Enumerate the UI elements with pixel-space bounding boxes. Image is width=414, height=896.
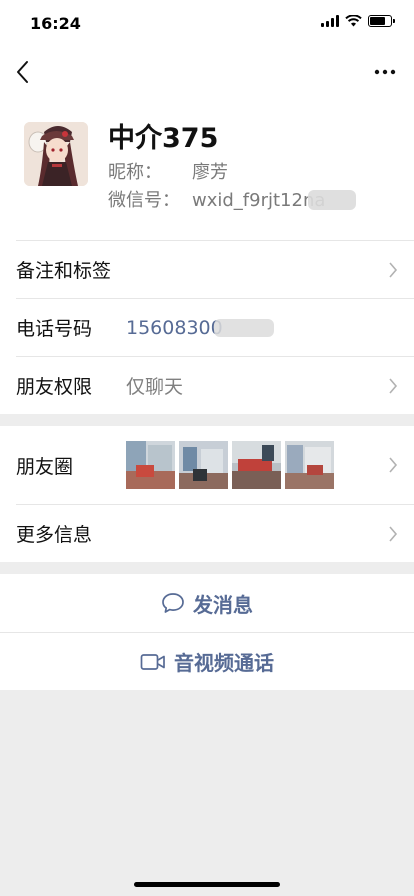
avatar[interactable] — [24, 122, 88, 186]
wifi-icon — [345, 15, 362, 27]
friend-permission-value: 仅聊天 — [126, 376, 184, 398]
cellular-signal-icon — [321, 15, 339, 27]
redaction-blur — [308, 190, 356, 210]
chat-bubble-icon — [162, 593, 184, 613]
contact-name: 中介375 — [108, 123, 219, 154]
wechat-id-row: 微信号： wxid_f9rjt12na — [108, 186, 325, 212]
moments-thumbnails — [126, 441, 334, 489]
send-message-button[interactable]: 发消息 — [0, 574, 414, 632]
chevron-right-icon — [389, 457, 398, 473]
phone-number-value[interactable]: 15608300 — [126, 317, 223, 339]
more-info-cell[interactable]: 更多信息 — [16, 504, 414, 562]
more-info-label: 更多信息 — [16, 524, 93, 546]
contact-info-group: 备注和标签 电话号码 15608300 朋友权限 仅聊天 — [0, 240, 414, 414]
section-gap — [0, 562, 414, 574]
moments-thumbnail[interactable] — [232, 441, 281, 489]
wechat-id-value: wxid_f9rjt12na — [192, 190, 326, 211]
more-options-icon[interactable] — [374, 60, 396, 84]
phone-number-label: 电话号码 — [16, 318, 93, 340]
moments-label: 朋友圈 — [16, 455, 74, 478]
moments-group: 朋友圈 更多信息 — [0, 426, 414, 562]
chevron-right-icon — [389, 378, 398, 394]
friend-permission-cell[interactable]: 朋友权限 仅聊天 — [16, 356, 414, 414]
nickname-row: 昵称： 廖芳 — [108, 158, 228, 184]
back-arrow-icon[interactable] — [12, 58, 36, 86]
status-bar: 16:24 — [0, 0, 414, 44]
battery-icon — [368, 15, 395, 27]
nickname-label: 昵称： — [108, 162, 162, 183]
send-message-label: 发消息 — [193, 592, 253, 617]
video-camera-icon — [140, 653, 165, 670]
status-time: 16:24 — [30, 14, 81, 33]
video-call-button[interactable]: 音视频通话 — [0, 632, 414, 690]
section-gap — [0, 414, 414, 426]
moments-thumbnail[interactable] — [179, 441, 228, 489]
wechat-id-label: 微信号： — [108, 190, 180, 211]
moments-thumbnail[interactable] — [126, 441, 175, 489]
nickname-value: 廖芳 — [192, 162, 228, 183]
status-icons — [321, 15, 395, 27]
redaction-blur — [214, 319, 274, 337]
chevron-right-icon — [389, 526, 398, 542]
home-indicator — [134, 882, 280, 887]
profile-header: 中介375 昵称： 廖芳 微信号： wxid_f9rjt12na — [0, 100, 414, 240]
video-call-label: 音视频通话 — [174, 651, 274, 675]
chevron-right-icon — [389, 262, 398, 278]
moments-thumbnail[interactable] — [285, 441, 334, 489]
friend-permission-label: 朋友权限 — [16, 376, 93, 398]
navigation-bar — [0, 44, 414, 100]
remark-and-tags-cell[interactable]: 备注和标签 — [16, 240, 414, 298]
phone-number-cell[interactable]: 电话号码 15608300 — [16, 298, 414, 356]
remark-and-tags-label: 备注和标签 — [16, 260, 112, 282]
moments-cell[interactable]: 朋友圈 — [16, 426, 414, 504]
